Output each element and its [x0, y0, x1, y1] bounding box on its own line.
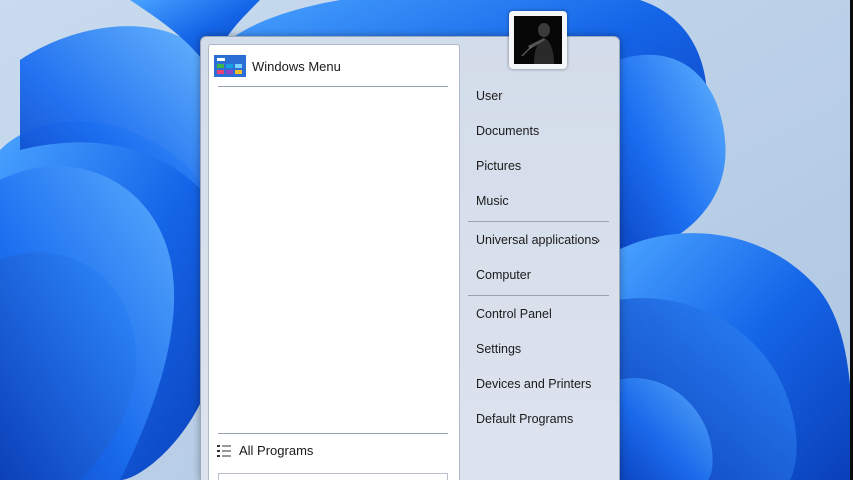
menu-item-label: Pictures — [476, 159, 522, 173]
windows-menu-tile-icon — [214, 55, 246, 77]
menu-item-label: Devices and Printers — [476, 377, 592, 391]
divider — [468, 295, 609, 296]
pinned-item-label: Windows Menu — [252, 58, 341, 74]
avatar — [514, 16, 562, 64]
programs-pane: Windows Menu All Programs — [208, 44, 460, 480]
user-avatar-icon — [514, 16, 562, 64]
search-input[interactable] — [218, 473, 448, 480]
menu-item-music[interactable]: Music — [468, 188, 616, 214]
all-programs-button[interactable]: All Programs — [217, 441, 313, 459]
menu-item-pictures[interactable]: Pictures — [468, 153, 616, 179]
menu-item-label: Control Panel — [476, 307, 552, 321]
divider — [468, 221, 609, 222]
chevron-right-icon: › — [596, 233, 600, 247]
start-menu: Windows Menu All Programs User Documents… — [200, 36, 620, 480]
menu-item-default-programs[interactable]: Default Programs — [468, 406, 616, 432]
menu-item-computer[interactable]: Computer — [468, 262, 616, 288]
desktop: Windows Menu All Programs User Documents… — [0, 0, 853, 480]
all-programs-label: All Programs — [239, 442, 314, 458]
menu-item-user[interactable]: User — [468, 83, 616, 109]
menu-item-label: Documents — [476, 124, 540, 138]
divider — [218, 86, 448, 87]
list-icon — [217, 444, 231, 457]
menu-item-label: Computer — [476, 268, 531, 282]
menu-item-label: Settings — [476, 342, 522, 356]
pinned-item-windows-menu[interactable]: Windows Menu — [214, 54, 452, 78]
divider — [218, 433, 448, 434]
menu-item-devices-and-printers[interactable]: Devices and Printers — [468, 371, 616, 397]
menu-item-settings[interactable]: Settings — [468, 336, 616, 362]
menu-item-label: Universal applications — [476, 233, 598, 247]
menu-item-universal-applications[interactable]: Universal applications › — [468, 227, 616, 253]
menu-item-documents[interactable]: Documents — [468, 118, 616, 144]
menu-item-label: Default Programs — [476, 412, 574, 426]
menu-item-label: User — [476, 89, 503, 103]
menu-item-control-panel[interactable]: Control Panel — [468, 301, 616, 327]
menu-item-label: Music — [476, 194, 509, 208]
user-avatar-frame[interactable] — [509, 11, 567, 69]
